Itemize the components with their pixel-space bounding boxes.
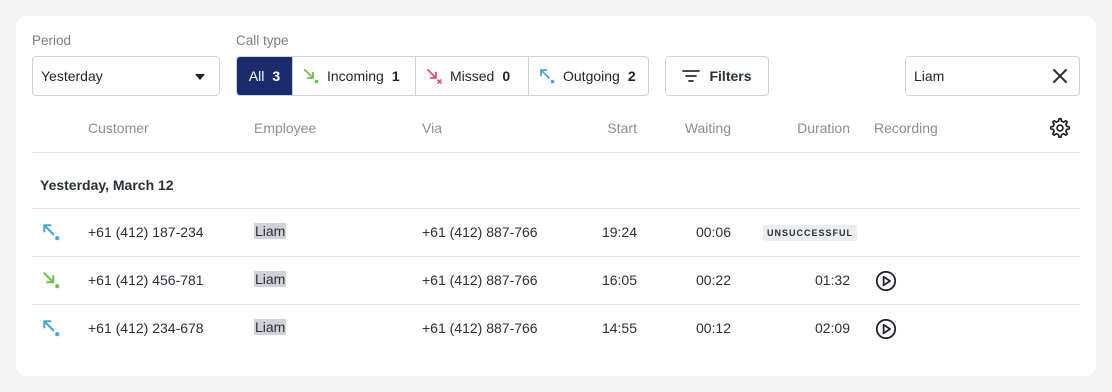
waiting-time: 00:06 xyxy=(695,224,731,240)
start-time: 19:24 xyxy=(601,224,637,240)
filters-button[interactable]: Filters xyxy=(665,56,769,96)
call-type-missed-label: Missed xyxy=(450,68,495,84)
call-type-incoming-button[interactable]: Incoming 1 xyxy=(293,57,416,95)
customer-number[interactable]: +61 (412) 187-234 xyxy=(88,224,204,240)
column-header-via[interactable]: Via xyxy=(422,120,442,136)
date-group-title: Yesterday, March 12 xyxy=(40,177,174,193)
incoming-call-icon xyxy=(304,69,319,84)
column-header-employee[interactable]: Employee xyxy=(254,120,316,136)
call-type-label: Call type xyxy=(236,33,289,48)
call-type-incoming-label: Incoming xyxy=(327,68,384,84)
outgoing-call-icon xyxy=(43,320,60,337)
calls-panel: Period Yesterday Call type All 3 Incomin… xyxy=(16,16,1096,376)
call-type-missed-count: 0 xyxy=(502,68,511,84)
employee-name: Liam xyxy=(254,271,287,287)
call-type-incoming-count: 1 xyxy=(391,68,400,84)
incoming-call-icon xyxy=(43,272,60,289)
start-time: 16:05 xyxy=(601,272,637,288)
search-field xyxy=(905,56,1080,96)
waiting-time: 00:22 xyxy=(695,272,731,288)
call-type-missed-button[interactable]: Missed 0 xyxy=(416,57,529,95)
duration-time: 01:32 xyxy=(814,272,850,288)
clear-search-icon[interactable] xyxy=(1051,67,1069,85)
column-header-start[interactable]: Start xyxy=(576,120,637,136)
call-type-outgoing-label: Outgoing xyxy=(563,68,620,84)
call-type-outgoing-button[interactable]: Outgoing 2 xyxy=(529,57,648,95)
column-header-customer[interactable]: Customer xyxy=(88,120,149,136)
outgoing-call-icon xyxy=(43,224,60,241)
table-row[interactable]: +61 (412) 187-234 Liam +61 (412) 887-766… xyxy=(32,209,1080,256)
filter-icon xyxy=(682,70,701,82)
call-type-all-label: All xyxy=(248,68,265,84)
outgoing-call-icon xyxy=(540,69,555,84)
call-type-outgoing-count: 2 xyxy=(627,68,636,84)
call-type-all-count: 3 xyxy=(272,68,281,84)
period-value: Yesterday xyxy=(41,68,103,84)
customer-number[interactable]: +61 (412) 234-678 xyxy=(88,320,204,336)
waiting-time: 00:12 xyxy=(695,320,731,336)
via-number: +61 (412) 887-766 xyxy=(422,320,538,336)
status-badge: UNSUCCESSFUL xyxy=(763,225,858,241)
caret-down-icon xyxy=(195,74,205,80)
start-time: 14:55 xyxy=(601,320,637,336)
play-recording-icon[interactable] xyxy=(875,270,897,292)
employee-name: Liam xyxy=(254,223,287,239)
duration-time: 02:09 xyxy=(814,320,850,336)
play-recording-icon[interactable] xyxy=(875,318,897,340)
column-header-duration[interactable]: Duration xyxy=(776,120,850,136)
gear-icon[interactable] xyxy=(1049,117,1071,139)
column-header-recording[interactable]: Recording xyxy=(874,120,938,136)
table-row[interactable]: +61 (412) 456-781 Liam +61 (412) 887-766… xyxy=(32,257,1080,304)
filters-button-label: Filters xyxy=(709,68,752,84)
header-divider xyxy=(32,152,1080,153)
employee-name: Liam xyxy=(254,319,287,335)
missed-call-icon xyxy=(427,69,442,84)
period-select[interactable]: Yesterday xyxy=(32,56,220,96)
call-type-segmented-control: All 3 Incoming 1 Missed 0 Outgoing 2 xyxy=(236,56,649,96)
column-header-waiting[interactable]: Waiting xyxy=(656,120,731,136)
period-label: Period xyxy=(32,33,72,48)
via-number: +61 (412) 887-766 xyxy=(422,224,538,240)
table-row[interactable]: +61 (412) 234-678 Liam +61 (412) 887-766… xyxy=(32,305,1080,352)
via-number: +61 (412) 887-766 xyxy=(422,272,538,288)
call-type-all-button[interactable]: All 3 xyxy=(237,57,293,95)
customer-number[interactable]: +61 (412) 456-781 xyxy=(88,272,204,288)
search-input[interactable] xyxy=(914,68,1044,84)
